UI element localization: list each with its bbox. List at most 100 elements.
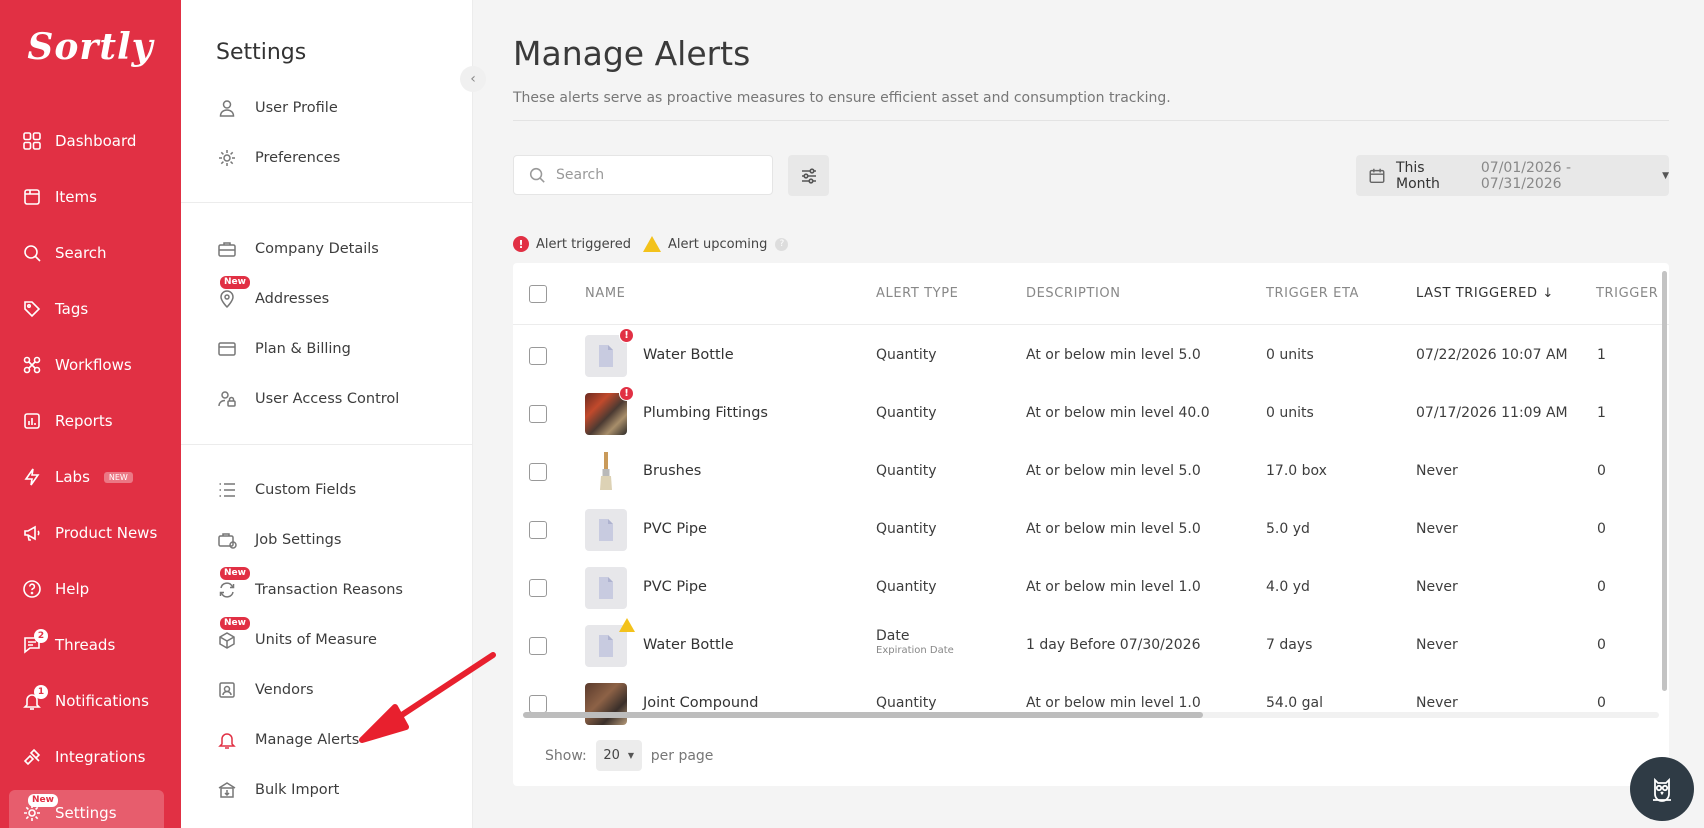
items-icon [22, 187, 42, 207]
nav-item-labs[interactable]: Labs NEW [0, 455, 181, 499]
search-box[interactable] [513, 155, 773, 195]
divider [181, 202, 473, 203]
nav-item-reports[interactable]: Reports [0, 399, 181, 443]
item-name[interactable]: PVC Pipe [643, 521, 707, 537]
gear-icon [216, 147, 238, 169]
legend-triggered-label: Alert triggered [536, 236, 631, 252]
nav-item-search[interactable]: Search [0, 231, 181, 275]
nav-label: Product News [55, 524, 158, 542]
nav-label: Items [55, 188, 97, 206]
divider [181, 444, 473, 445]
date-filter-button[interactable]: This Month 07/01/2026 - 07/31/2026 ▼ [1356, 155, 1669, 196]
trigger-count: 0 [1597, 637, 1606, 653]
last-triggered: Never [1416, 579, 1458, 595]
alert-type-label: Quantity [876, 463, 937, 479]
nav-item-integrations[interactable]: Integrations [0, 735, 181, 779]
table-row[interactable]: Brushes Quantity At or below min level 5.0… [513, 443, 1669, 501]
chat-support-button[interactable] [1630, 757, 1694, 821]
nav-item-dashboard[interactable]: Dashboard [0, 119, 181, 163]
nav-label: Dashboard [55, 132, 137, 150]
alert-type-label: Quantity [876, 579, 937, 595]
trigger-eta: 5.0 yd [1266, 521, 1310, 537]
item-name[interactable]: Joint Compound [643, 695, 758, 711]
row-checkbox[interactable] [529, 695, 547, 713]
per-page-select[interactable]: 20 ▼ [595, 740, 642, 771]
row-checkbox[interactable] [529, 347, 547, 365]
settings-item-preferences[interactable]: Preferences [216, 140, 340, 176]
alert-description: At or below min level 40.0 [1026, 405, 1210, 421]
trigger-count: 1 [1597, 347, 1606, 363]
notifications-count: 1 [34, 685, 48, 699]
trigger-eta: 7 days [1266, 637, 1313, 653]
horizontal-scrollbar[interactable] [523, 712, 1659, 718]
item-thumbnail[interactable] [585, 618, 635, 667]
column-header-trigger-count[interactable]: TRIGGER [1596, 286, 1658, 301]
settings-item-transaction-reasons[interactable]: New Transaction Reasons [216, 567, 403, 608]
row-checkbox[interactable] [529, 579, 547, 597]
settings-item-bulk-import[interactable]: Bulk Import [216, 772, 339, 808]
nav-item-notifications[interactable]: 1 Notifications [0, 679, 181, 723]
column-header-last-triggered[interactable]: LAST TRIGGERED ↓ [1416, 286, 1554, 301]
horizontal-scrollbar-thumb[interactable] [523, 712, 1203, 718]
settings-item-job-settings[interactable]: Job Settings [216, 522, 341, 558]
settings-item-addresses[interactable]: New Addresses [216, 276, 329, 317]
settings-item-manage-alerts[interactable]: Manage Alerts [216, 722, 359, 758]
settings-item-user-profile[interactable]: User Profile [216, 90, 338, 126]
credit-card-icon [216, 338, 238, 360]
filter-button[interactable] [788, 155, 829, 196]
vertical-scrollbar[interactable] [1662, 271, 1667, 691]
row-checkbox[interactable] [529, 463, 547, 481]
location-icon: New [216, 276, 250, 310]
settings-item-plan-billing[interactable]: Plan & Billing [216, 331, 351, 367]
nav-item-product-news[interactable]: Product News [0, 511, 181, 555]
table-row[interactable]: ! Plumbing Fittings Quantity At or below mi… [513, 385, 1669, 443]
sortly-logo[interactable]: Sortly [0, 26, 181, 68]
nav-item-items[interactable]: Items [0, 175, 181, 219]
nav-item-help[interactable]: Help [0, 567, 181, 611]
settings-item-units-of-measure[interactable]: New Units of Measure [216, 617, 377, 658]
nav-item-workflows[interactable]: Workflows [0, 343, 181, 387]
column-header-alert-type[interactable]: ALERT TYPE [876, 286, 958, 301]
row-checkbox[interactable] [529, 405, 547, 423]
nav-label: Notifications [55, 692, 149, 710]
alert-type: Quantity [876, 521, 937, 537]
item-name[interactable]: Plumbing Fittings [643, 405, 768, 421]
table-row[interactable]: ! Water Bottle Quantity At or below min lev… [513, 327, 1669, 385]
nav-item-settings[interactable]: New Settings [9, 790, 164, 828]
alert-triggered-icon: ! [619, 328, 634, 343]
item-name[interactable]: PVC Pipe [643, 579, 707, 595]
select-all-checkbox[interactable] [529, 285, 547, 303]
row-checkbox[interactable] [529, 637, 547, 655]
vertical-scrollbar-thumb[interactable] [1662, 271, 1667, 691]
item-thumbnail[interactable] [585, 509, 627, 551]
item-name[interactable]: Water Bottle [643, 637, 734, 653]
settings-item-custom-fields[interactable]: Custom Fields [216, 472, 356, 508]
table-row[interactable]: Joint Compound Quantity At or below min le… [513, 675, 1669, 733]
nav-label: Workflows [55, 356, 132, 374]
measure-icon: New [216, 617, 250, 651]
item-name[interactable]: Water Bottle [643, 347, 734, 363]
nav-item-threads[interactable]: 2 Threads [0, 623, 181, 667]
alert-description: At or below min level 5.0 [1026, 463, 1201, 479]
sliders-icon [801, 167, 816, 184]
item-thumbnail[interactable] [585, 451, 627, 493]
settings-item-vendors[interactable]: Vendors [216, 672, 314, 708]
table-row[interactable]: PVC Pipe Quantity At or below min level 5.… [513, 501, 1669, 559]
item-thumbnail[interactable]: ! [585, 328, 634, 377]
item-thumbnail[interactable] [585, 567, 627, 609]
column-header-name[interactable]: NAME [585, 286, 625, 301]
table-row[interactable]: PVC Pipe Quantity At or below min level 1.… [513, 559, 1669, 617]
search-input[interactable] [556, 167, 746, 183]
bell-icon: 1 [22, 685, 48, 711]
settings-item-company-details[interactable]: Company Details [216, 231, 379, 267]
item-thumbnail[interactable]: ! [585, 386, 634, 435]
column-header-trigger-eta[interactable]: TRIGGER ETA [1266, 286, 1359, 301]
item-thumbnail[interactable] [585, 683, 627, 725]
row-checkbox[interactable] [529, 521, 547, 539]
help-icon[interactable]: ? [775, 237, 789, 251]
settings-item-user-access-control[interactable]: User Access Control [216, 381, 399, 417]
column-header-description[interactable]: DESCRIPTION [1026, 286, 1121, 301]
table-row[interactable]: Water Bottle Date Expiration Date 1 day Bef… [513, 617, 1669, 675]
nav-item-tags[interactable]: Tags [0, 287, 181, 331]
item-name[interactable]: Brushes [643, 463, 701, 479]
